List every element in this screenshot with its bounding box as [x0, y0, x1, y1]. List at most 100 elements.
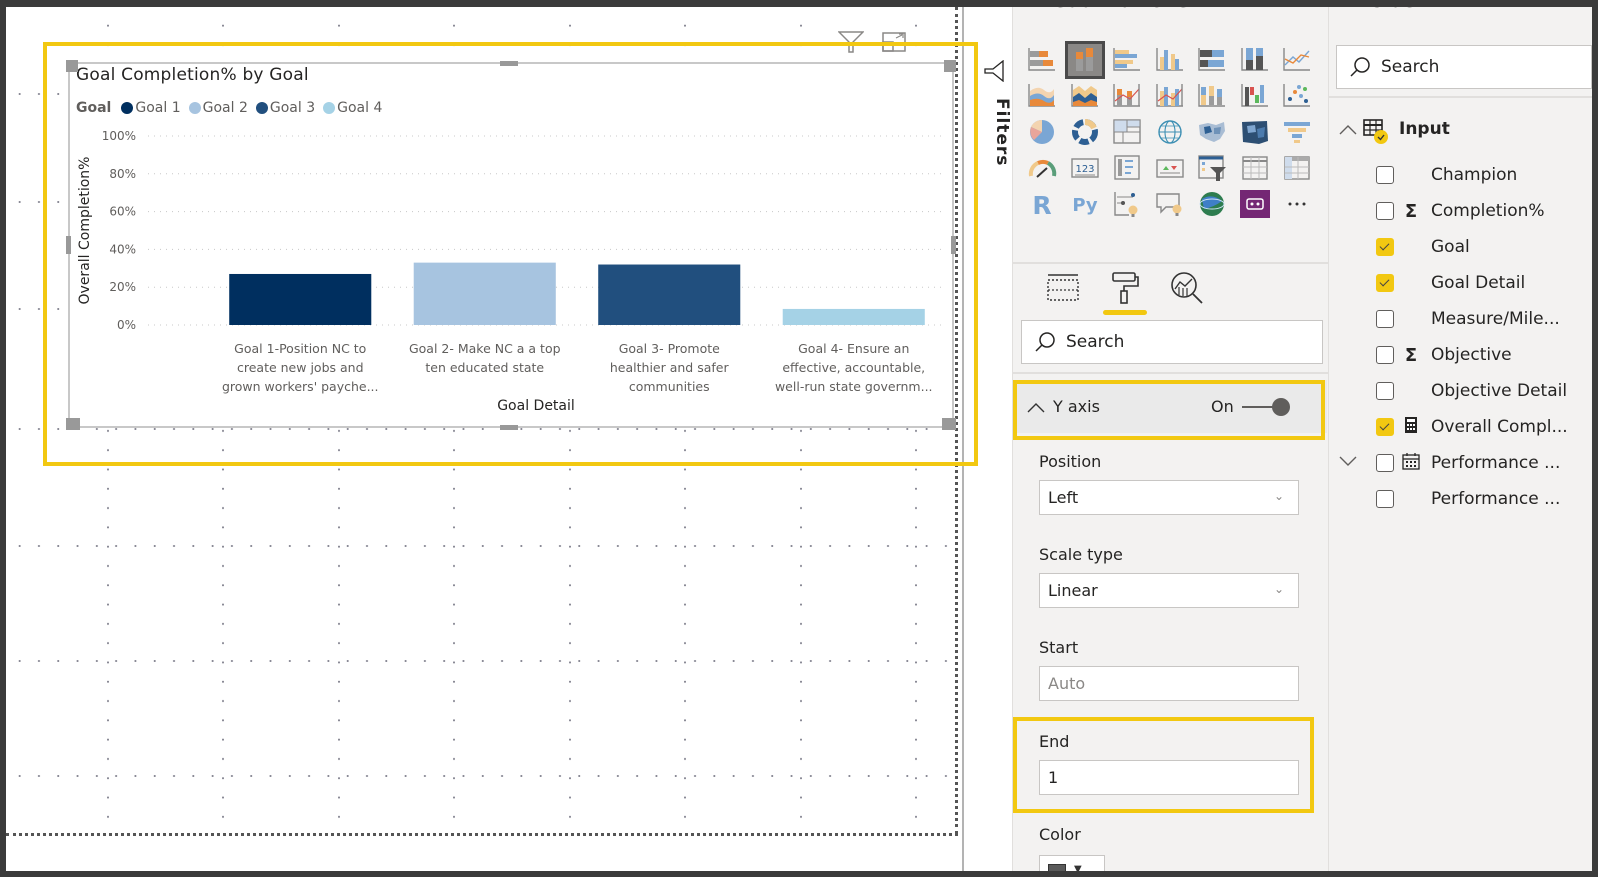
resize-handle-bottom-left[interactable] — [66, 418, 80, 430]
resize-handle-top[interactable] — [500, 61, 518, 66]
resize-handle-bottom[interactable] — [500, 425, 518, 430]
field-item[interactable]: Σ Completion% — [1329, 195, 1593, 227]
matrix-icon[interactable] — [1280, 152, 1314, 184]
100-stacked-bar-chart-icon[interactable] — [1195, 44, 1229, 76]
field-item[interactable]: Measure/Mile... — [1329, 303, 1593, 335]
x-tick-label: communities — [629, 379, 710, 394]
shape-map-icon[interactable] — [1238, 116, 1272, 148]
treemap-icon[interactable] — [1110, 116, 1144, 148]
stacked-bar-chart-icon[interactable] — [1025, 44, 1059, 76]
visual-type-gallery: 123 R Py — [1025, 41, 1323, 224]
arcgis-map-icon[interactable] — [1195, 188, 1229, 220]
fields-search-input[interactable]: Search — [1336, 45, 1592, 89]
resize-handle-top-right[interactable] — [944, 60, 956, 72]
field-checkbox[interactable] — [1376, 490, 1394, 508]
field-checkbox[interactable] — [1376, 274, 1394, 292]
x-tick-label: healthier and safer — [610, 360, 730, 375]
power-apps-icon[interactable] — [1238, 188, 1272, 220]
pane-separator — [1013, 262, 1329, 264]
funnel-icon[interactable] — [1280, 116, 1314, 148]
format-tab[interactable] — [1103, 270, 1147, 315]
analytics-tab[interactable] — [1167, 270, 1207, 306]
resize-handle-right[interactable] — [951, 236, 956, 254]
field-item[interactable]: Objective Detail — [1329, 375, 1593, 407]
resize-handle-bottom-right[interactable] — [942, 418, 956, 430]
clustered-bar-chart-icon[interactable] — [1110, 44, 1144, 76]
sigma-icon: Σ — [1404, 344, 1418, 366]
slicer-icon[interactable] — [1195, 152, 1229, 184]
filter-icon[interactable] — [837, 31, 865, 57]
map-icon[interactable] — [1153, 116, 1187, 148]
filters-label[interactable]: Filters — [992, 98, 1012, 166]
field-item[interactable]: Overall Compl... — [1329, 411, 1593, 443]
fields-tab[interactable] — [1043, 270, 1083, 306]
field-item[interactable]: Goal — [1329, 231, 1593, 263]
field-item[interactable]: Σ Objective — [1329, 339, 1593, 371]
more-visuals-icon[interactable] — [1280, 188, 1314, 220]
table-input[interactable]: Input — [1329, 112, 1593, 146]
toggle-state-label: On — [1211, 397, 1234, 416]
donut-chart-icon[interactable] — [1068, 116, 1102, 148]
focus-mode-icon[interactable] — [882, 31, 906, 57]
field-item[interactable]: Champion — [1329, 159, 1593, 191]
resize-handle-top-left[interactable] — [66, 60, 78, 72]
field-checkbox[interactable] — [1376, 310, 1394, 328]
chevron-up-icon — [1339, 125, 1357, 135]
position-label: Position — [1039, 452, 1102, 471]
key-influencers-icon[interactable] — [1110, 188, 1144, 220]
line-and-stacked-column-chart-icon[interactable] — [1110, 80, 1144, 112]
y-tick-label: 100% — [102, 129, 136, 143]
svg-text:Py: Py — [1072, 195, 1098, 216]
r-visual-icon[interactable]: R — [1025, 188, 1059, 220]
end-input[interactable]: 1 — [1039, 760, 1299, 795]
field-item[interactable]: Performance ... — [1329, 483, 1593, 515]
waterfall-chart-icon[interactable] — [1238, 80, 1272, 112]
y-axis-card-header[interactable]: Y axis On — [1013, 380, 1327, 433]
qa-icon[interactable] — [1153, 188, 1187, 220]
x-tick-label: Goal 4- Ensure an — [798, 341, 909, 356]
line-and-clustered-column-chart-icon[interactable] — [1153, 80, 1187, 112]
field-name: Champion — [1431, 165, 1518, 185]
100-stacked-column-chart-icon[interactable] — [1238, 44, 1272, 76]
stacked-area-chart-icon[interactable] — [1068, 80, 1102, 112]
y-axis-toggle[interactable] — [1241, 397, 1290, 417]
scatter-chart-icon[interactable] — [1280, 80, 1314, 112]
x-tick-label: Goal 3- Promote — [619, 341, 720, 356]
bar-goal-3 — [598, 264, 741, 325]
field-checkbox[interactable] — [1376, 202, 1394, 220]
field-checkbox[interactable] — [1376, 238, 1394, 256]
area-chart-icon[interactable] — [1025, 80, 1059, 112]
scale-type-dropdown[interactable]: Linear ⌄ — [1039, 573, 1299, 608]
fields-well-icon — [1047, 274, 1079, 301]
kpi-icon[interactable] — [1153, 152, 1187, 184]
field-item[interactable]: Performance ... — [1329, 447, 1593, 479]
stacked-column-chart-visual[interactable]: Goal Completion% by Goal Goal Goal 1 Goa… — [68, 62, 954, 428]
card-icon[interactable]: 123 — [1068, 152, 1102, 184]
x-tick-label: Goal 1-Position NC to — [234, 341, 366, 356]
filled-map-icon[interactable] — [1195, 116, 1229, 148]
y-axis-title: Overall Completion% — [77, 157, 93, 305]
position-dropdown[interactable]: Left ⌄ — [1039, 480, 1299, 515]
start-input[interactable]: Auto — [1039, 666, 1299, 701]
field-checkbox[interactable] — [1376, 166, 1394, 184]
ribbon-chart-icon[interactable] — [1195, 80, 1229, 112]
gauge-icon[interactable] — [1025, 152, 1059, 184]
line-chart-icon[interactable] — [1280, 44, 1314, 76]
chevron-down-icon[interactable] — [1339, 455, 1357, 471]
field-checkbox[interactable] — [1376, 418, 1394, 436]
field-checkbox[interactable] — [1376, 382, 1394, 400]
multi-row-card-icon[interactable] — [1110, 152, 1144, 184]
bar-goal-1 — [229, 273, 372, 325]
format-search-input[interactable]: Search — [1021, 320, 1323, 364]
pie-chart-icon[interactable] — [1025, 116, 1059, 148]
field-checkbox[interactable] — [1376, 454, 1394, 472]
table-icon[interactable] — [1238, 152, 1272, 184]
field-checkbox[interactable] — [1376, 346, 1394, 364]
pane-tabs — [1043, 270, 1207, 315]
search-icon — [1350, 57, 1370, 77]
stacked-column-chart-icon[interactable] — [1064, 41, 1105, 79]
clustered-column-chart-icon[interactable] — [1153, 44, 1187, 76]
python-visual-icon[interactable]: Py — [1068, 188, 1102, 220]
resize-handle-left[interactable] — [66, 236, 71, 254]
field-item[interactable]: Goal Detail — [1329, 267, 1593, 299]
